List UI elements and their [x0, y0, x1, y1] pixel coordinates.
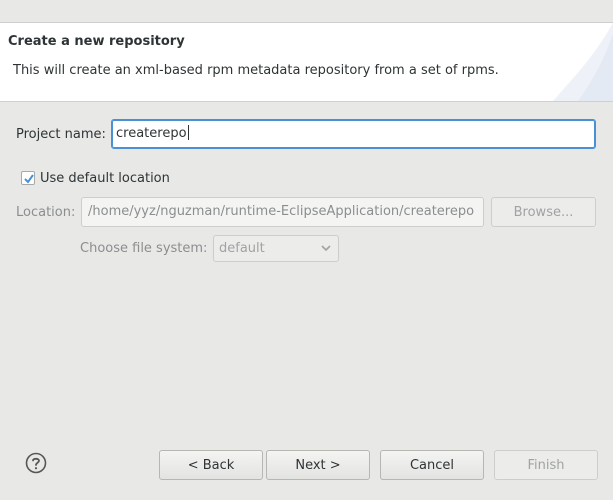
back-button[interactable]: < Back: [159, 450, 263, 480]
file-system-select[interactable]: default: [213, 235, 339, 262]
project-name-input[interactable]: createrepo: [111, 119, 596, 149]
cancel-button[interactable]: Cancel: [380, 450, 484, 480]
page-description: This will create an xml-based rpm metada…: [13, 63, 499, 78]
location-input[interactable]: /home/yyz/nguzman/runtime-EclipseApplica…: [81, 197, 484, 227]
chevron-down-icon: [321, 245, 331, 252]
text-caret: [187, 125, 189, 140]
use-default-location-label[interactable]: Use default location: [40, 171, 170, 186]
checkmark-icon: [24, 174, 34, 184]
project-name-value: createrepo: [116, 126, 187, 141]
finish-button[interactable]: Finish: [494, 450, 598, 480]
wizard-banner: Create a new repository This will create…: [0, 23, 613, 102]
file-system-value: default: [219, 241, 265, 256]
file-system-label: Choose file system:: [80, 241, 208, 256]
title-strip: [0, 0, 613, 23]
use-default-location-checkbox[interactable]: [21, 171, 35, 185]
wizard-content: Project name: createrepo Use default loc…: [1, 102, 612, 432]
browse-button[interactable]: Browse...: [491, 197, 596, 227]
location-label: Location:: [16, 205, 76, 220]
banner-decoration: [553, 23, 613, 101]
next-button[interactable]: Next >: [266, 450, 370, 480]
page-title: Create a new repository: [8, 34, 185, 49]
question-circle-icon[interactable]: [25, 452, 47, 474]
project-name-label: Project name:: [16, 127, 106, 142]
